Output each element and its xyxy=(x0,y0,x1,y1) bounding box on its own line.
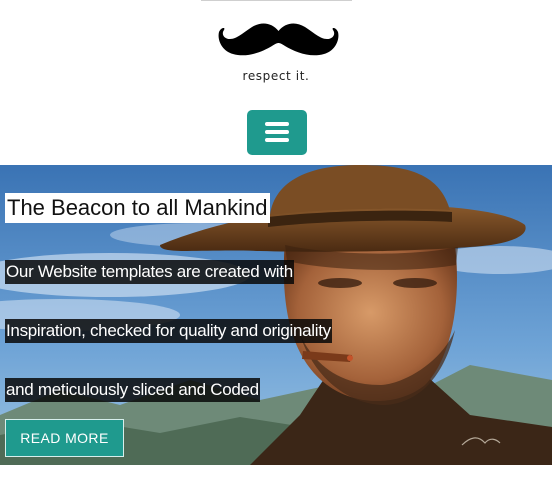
mustache-icon[interactable] xyxy=(218,20,339,60)
hero-title: The Beacon to all Mankind xyxy=(5,193,270,223)
hero-line: and meticulously sliced and Coded xyxy=(5,378,260,402)
hero-line: Inspiration, checked for quality and ori… xyxy=(5,319,332,343)
hero-line: Our Website templates are created with xyxy=(5,260,294,284)
hero-banner: The Beacon to all Mankind Our Website te… xyxy=(0,165,552,465)
menu-toggle-button[interactable] xyxy=(247,110,307,155)
top-divider xyxy=(201,0,352,1)
tagline: respect it. xyxy=(242,69,310,83)
read-more-button[interactable]: READ MORE xyxy=(5,419,124,457)
